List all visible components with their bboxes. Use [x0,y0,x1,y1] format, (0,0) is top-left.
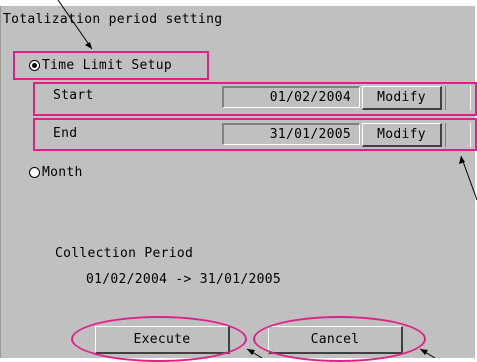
arrow-head-execute [247,349,255,355]
arrow-head-cancel [420,349,428,355]
arrow-head-top [85,42,92,49]
pointer-line-right [460,155,477,201]
pointer-line-top [57,0,93,50]
arrow-head-right [459,156,465,164]
annotation-pointers [57,0,477,358]
